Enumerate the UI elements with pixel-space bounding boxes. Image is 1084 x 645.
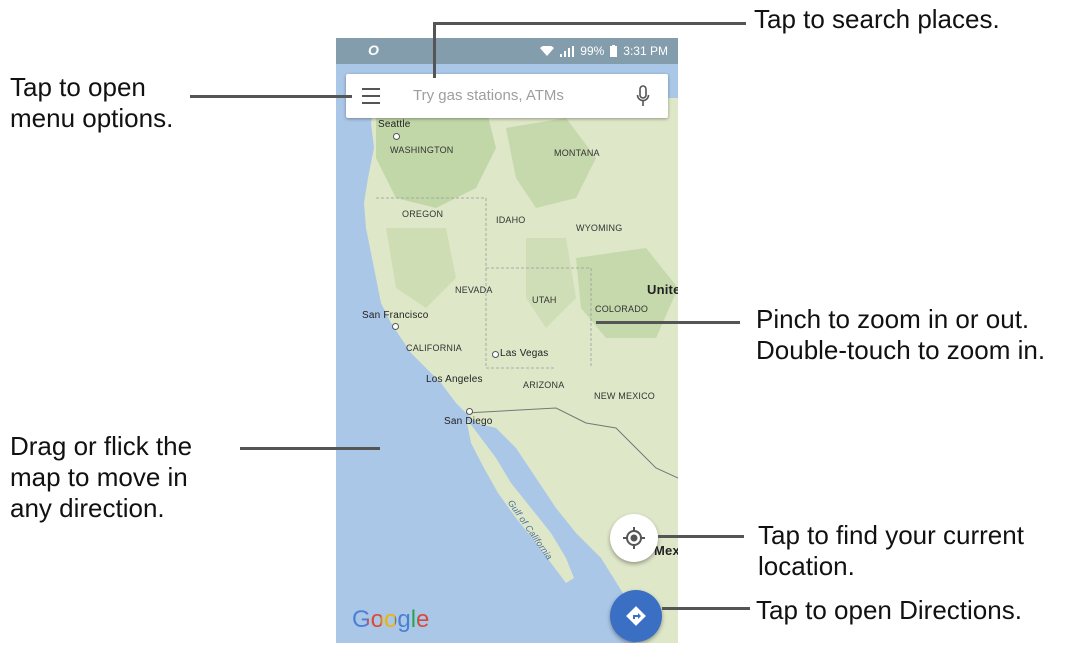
map-label-los-angeles: Los Angeles <box>426 374 483 385</box>
map-label-colorado: COLORADO <box>595 304 649 314</box>
signal-icon <box>560 45 575 57</box>
pointer-line-directions <box>662 607 750 610</box>
map-label-utah: UTAH <box>532 295 557 305</box>
map-label-seattle: Seattle <box>378 119 411 130</box>
callout-location: Tap to find your current location. <box>758 520 1024 581</box>
battery-icon <box>610 45 618 57</box>
microphone-icon[interactable] <box>636 85 650 107</box>
my-location-button[interactable] <box>610 514 658 562</box>
map-label-oregon: OREGON <box>402 209 444 219</box>
callout-zoom: Pinch to zoom in or out. Double-touch to… <box>756 304 1046 365</box>
wifi-icon <box>540 46 555 56</box>
search-bar[interactable]: Try gas stations, ATMs <box>346 74 668 118</box>
map-label-washington: WASHINGTON <box>390 145 454 155</box>
pointer-line-search-v <box>433 22 436 78</box>
map-dot-las-vegas <box>492 351 499 358</box>
search-input[interactable]: Try gas stations, ATMs <box>413 87 564 104</box>
map-label-new-mexico: NEW MEXICO <box>594 391 656 401</box>
status-bar: O 99% 3:31 PM <box>336 38 678 64</box>
pointer-line-location <box>658 535 744 538</box>
pointer-line-search-h <box>434 22 746 25</box>
callout-directions: Tap to open Directions. <box>756 595 1022 625</box>
hamburger-menu-icon[interactable] <box>362 88 380 104</box>
directions-icon <box>626 606 646 626</box>
map-label-san-diego: San Diego <box>444 416 493 427</box>
callout-drag: Drag or flick the map to move in any dir… <box>10 431 193 523</box>
google-logo-text: Google <box>352 606 430 633</box>
google-logo: Google <box>352 606 429 634</box>
map-dot-seattle <box>393 133 400 140</box>
map-label-san-francisco: San Francisco <box>362 310 429 321</box>
map-screen[interactable]: Seattle WASHINGTON MONTANA OREGON IDAHO … <box>336 38 678 643</box>
map-dot-san-diego <box>466 408 473 415</box>
map-label-arizona: ARIZONA <box>523 380 565 390</box>
map-label-nevada: NEVADA <box>455 285 493 295</box>
pointer-line-menu <box>190 95 352 98</box>
map-label-las-vegas: Las Vegas <box>500 348 549 359</box>
battery-percent: 99% <box>580 44 605 58</box>
pointer-line-zoom <box>596 321 740 324</box>
status-time: 3:31 PM <box>623 44 668 58</box>
directions-button[interactable] <box>610 590 662 642</box>
my-location-icon <box>623 527 645 549</box>
map-label-montana: MONTANA <box>554 148 600 158</box>
callout-menu: Tap to open menu options. <box>10 72 174 133</box>
map-label-united: Unite <box>647 282 678 297</box>
map-dot-san-francisco <box>392 323 399 330</box>
map-label-idaho: IDAHO <box>496 215 526 225</box>
callout-search: Tap to search places. <box>754 4 1000 34</box>
map-label-california: CALIFORNIA <box>406 343 463 353</box>
map-label-wyoming: WYOMING <box>576 223 623 233</box>
status-app-icon: O <box>368 42 379 58</box>
pointer-line-drag <box>240 447 380 450</box>
